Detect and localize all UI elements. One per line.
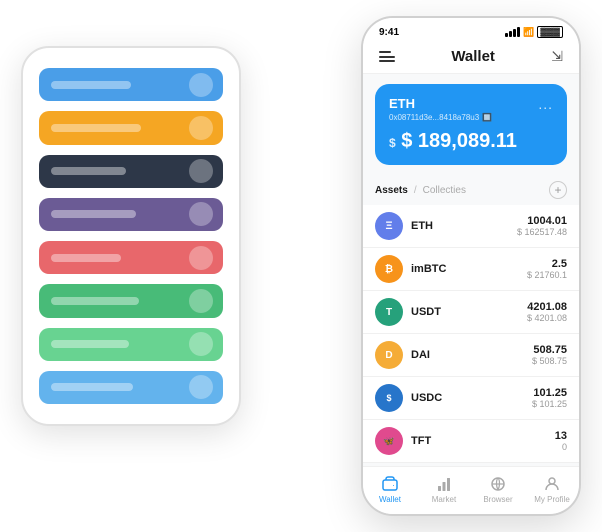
list-item[interactable] xyxy=(39,328,223,361)
bottom-nav-wallet-label: Wallet xyxy=(379,495,401,504)
list-item[interactable] xyxy=(39,198,223,231)
list-item[interactable] xyxy=(39,241,223,274)
tab-assets[interactable]: Assets xyxy=(375,185,408,196)
top-nav-bar: Wallet ⇲ xyxy=(363,42,579,74)
wallet-icon xyxy=(381,475,399,493)
status-bar: 9:41 📶 ▓▓▓ xyxy=(363,18,579,42)
bottom-nav-market[interactable]: Market xyxy=(417,475,471,504)
asset-values-usdc: 101.25 $ 101.25 xyxy=(532,387,567,409)
tft-icon: 🦋 xyxy=(375,427,403,455)
bottom-nav-browser[interactable]: Browser xyxy=(471,475,525,504)
profile-icon xyxy=(543,475,561,493)
eth-card-title: ETH xyxy=(389,96,553,111)
scene: 9:41 📶 ▓▓▓ Wallet ⇲ xyxy=(21,16,581,516)
table-row[interactable]: D DAI 508.75 $ 508.75 xyxy=(363,334,579,377)
dai-icon: D xyxy=(375,341,403,369)
phone-content: ETH 0x08711d3e...8418a78u3 🔲 $ $ 189,089… xyxy=(363,74,579,466)
eth-wallet-card[interactable]: ETH 0x08711d3e...8418a78u3 🔲 $ $ 189,089… xyxy=(375,84,567,165)
asset-name-imbtc: imBTC xyxy=(411,263,527,275)
usdt-icon: T xyxy=(375,298,403,326)
asset-amount-usdc: 101.25 xyxy=(532,387,567,399)
asset-usd-eth: $ 162517.48 xyxy=(517,227,567,237)
bottom-nav: Wallet Market xyxy=(363,466,579,514)
table-row[interactable]: ₿ imBTC 2.5 $ 21760.1 xyxy=(363,248,579,291)
asset-usd-dai: $ 508.75 xyxy=(532,356,567,366)
usdc-icon: $ xyxy=(375,384,403,412)
bottom-nav-market-label: Market xyxy=(432,495,456,504)
list-item[interactable] xyxy=(39,155,223,188)
table-row[interactable]: T USDT 4201.08 $ 4201.08 xyxy=(363,291,579,334)
eth-card-menu-dots[interactable]: ... xyxy=(538,96,553,112)
table-row[interactable]: $ USDC 101.25 $ 101.25 xyxy=(363,377,579,420)
bottom-nav-profile[interactable]: My Profile xyxy=(525,475,579,504)
bottom-nav-profile-label: My Profile xyxy=(534,495,570,504)
asset-name-tft: TFT xyxy=(411,435,555,447)
bottom-nav-wallet[interactable]: Wallet xyxy=(363,475,417,504)
eth-icon: Ξ xyxy=(375,212,403,240)
asset-amount-imbtc: 2.5 xyxy=(527,258,567,270)
asset-name-eth: ETH xyxy=(411,220,517,232)
page-title: Wallet xyxy=(451,48,495,65)
asset-name-dai: DAI xyxy=(411,349,532,361)
status-icons: 📶 ▓▓▓ xyxy=(505,26,563,38)
asset-amount-dai: 508.75 xyxy=(532,344,567,356)
asset-usd-usdc: $ 101.25 xyxy=(532,399,567,409)
expand-icon[interactable]: ⇲ xyxy=(551,48,563,65)
asset-values-imbtc: 2.5 $ 21760.1 xyxy=(527,258,567,280)
asset-amount-usdt: 4201.08 xyxy=(527,301,567,313)
list-item[interactable] xyxy=(39,371,223,404)
asset-usd-usdt: $ 4201.08 xyxy=(527,313,567,323)
market-icon xyxy=(435,475,453,493)
asset-list: Ξ ETH 1004.01 $ 162517.48 ₿ imBTC 2.5 $ … xyxy=(363,205,579,466)
eth-card-amount: $ $ 189,089.11 xyxy=(389,130,553,153)
assets-tabs: Assets / Collecties xyxy=(375,185,466,196)
front-phone: 9:41 📶 ▓▓▓ Wallet ⇲ xyxy=(361,16,581,516)
assets-header: Assets / Collecties + xyxy=(363,175,579,205)
status-time: 9:41 xyxy=(379,27,399,38)
asset-amount-eth: 1004.01 xyxy=(517,215,567,227)
tab-collecties[interactable]: Collecties xyxy=(423,185,466,196)
asset-name-usdc: USDC xyxy=(411,392,532,404)
back-phone xyxy=(21,46,241,426)
table-row[interactable]: 🦋 TFT 13 0 xyxy=(363,420,579,463)
asset-amount-tft: 13 xyxy=(555,430,567,442)
list-item[interactable] xyxy=(39,111,223,144)
list-item[interactable] xyxy=(39,284,223,317)
asset-values-usdt: 4201.08 $ 4201.08 xyxy=(527,301,567,323)
browser-icon xyxy=(489,475,507,493)
asset-usd-imbtc: $ 21760.1 xyxy=(527,270,567,280)
table-row[interactable]: Ξ ETH 1004.01 $ 162517.48 xyxy=(363,205,579,248)
menu-icon[interactable] xyxy=(379,51,395,62)
asset-values-dai: 508.75 $ 508.75 xyxy=(532,344,567,366)
asset-usd-tft: 0 xyxy=(555,442,567,452)
imbtc-icon: ₿ xyxy=(375,255,403,283)
asset-name-usdt: USDT xyxy=(411,306,527,318)
bottom-nav-browser-label: Browser xyxy=(483,495,512,504)
add-asset-button[interactable]: + xyxy=(549,181,567,199)
list-item[interactable] xyxy=(39,68,223,101)
tab-separator: / xyxy=(414,185,417,196)
asset-values-eth: 1004.01 $ 162517.48 xyxy=(517,215,567,237)
asset-values-tft: 13 0 xyxy=(555,430,567,452)
eth-card-address: 0x08711d3e...8418a78u3 🔲 xyxy=(389,113,553,122)
